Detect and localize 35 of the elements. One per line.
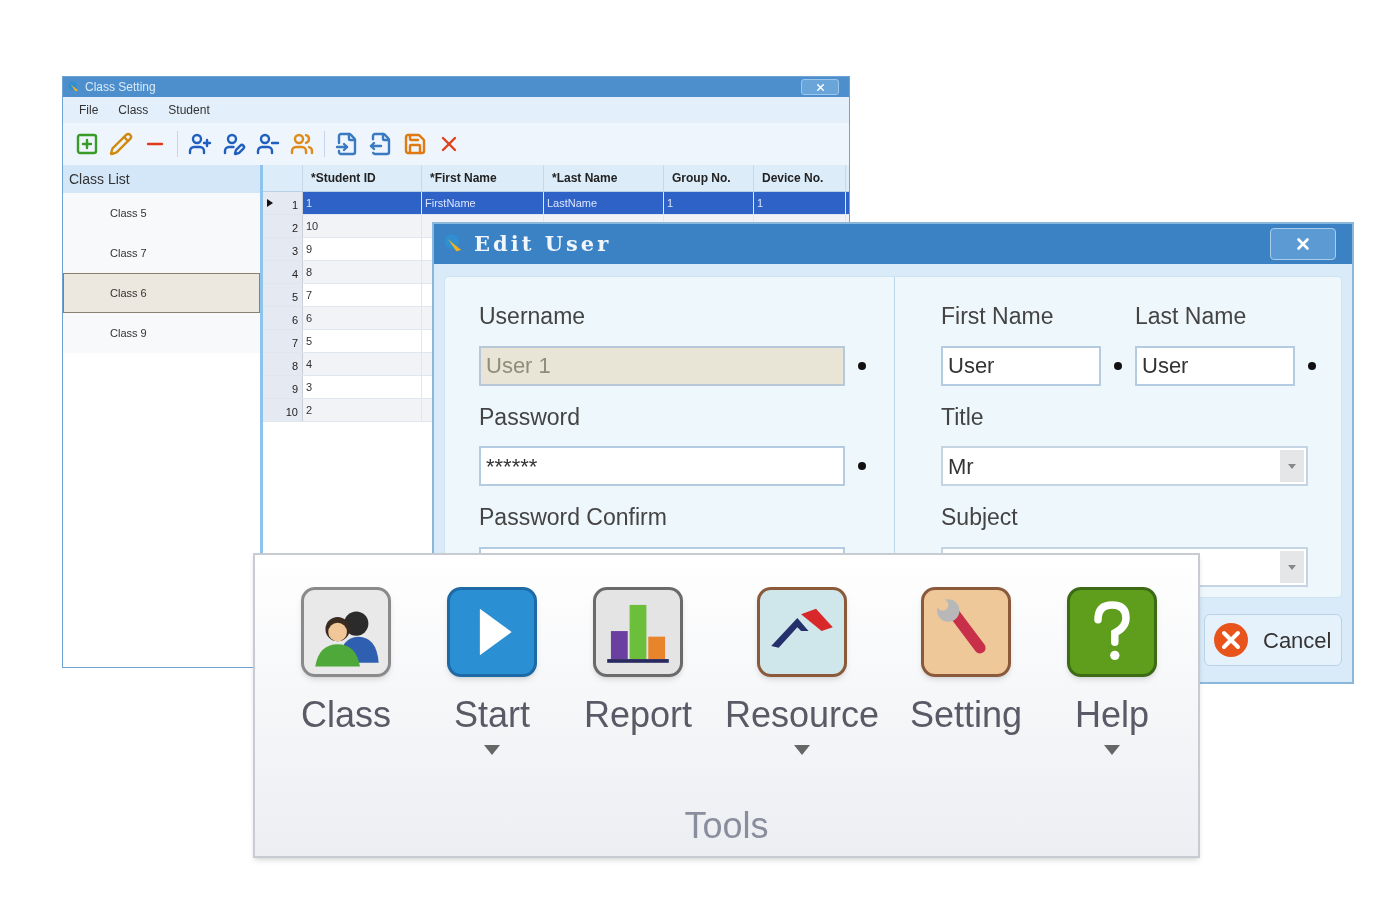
- row-number: 9: [291, 381, 298, 397]
- row-number: 6: [291, 312, 298, 328]
- table-cell-text: 1: [757, 195, 764, 211]
- row-number: 7: [291, 335, 298, 351]
- table-cell-text: LastName: [547, 195, 598, 211]
- table-cell-text: 4: [306, 356, 313, 372]
- field-label: Username: [479, 302, 587, 331]
- table-cell-text: FirstName: [425, 195, 476, 211]
- window-title: Class Setting: [85, 79, 156, 96]
- table-cell-text: 1: [306, 195, 313, 211]
- row-number: 2: [291, 220, 298, 236]
- row-number: 5: [291, 289, 298, 305]
- field-label: Title: [941, 402, 985, 432]
- field-label: Password: [479, 402, 581, 432]
- row-number: 8: [291, 358, 298, 374]
- row-number: 3: [291, 243, 298, 259]
- field-label: Subject: [941, 503, 1019, 532]
- row-number: 1: [291, 197, 298, 213]
- row-number: 4: [291, 266, 298, 282]
- dialog-title: Edit User: [474, 230, 612, 259]
- field-label: Password Confirm: [479, 503, 668, 532]
- group-label: Tools: [684, 803, 769, 848]
- table-cell-text: 6: [306, 310, 313, 326]
- table-cell-text: 3: [306, 379, 313, 395]
- table-cell-text: 10: [306, 218, 319, 234]
- class-list-header: Class List: [63, 165, 260, 193]
- table-cell-text: 7: [306, 287, 313, 303]
- table-cell-text: 2: [306, 402, 313, 418]
- field-label: First Name: [941, 302, 1055, 331]
- field-label: Last Name: [1135, 302, 1248, 331]
- table-cell-text: 1: [667, 195, 674, 211]
- table-cell-text: 9: [306, 241, 313, 257]
- row-number: 10: [285, 404, 298, 420]
- table-cell-text: 5: [306, 333, 313, 349]
- table-cell-text: 8: [306, 264, 313, 280]
